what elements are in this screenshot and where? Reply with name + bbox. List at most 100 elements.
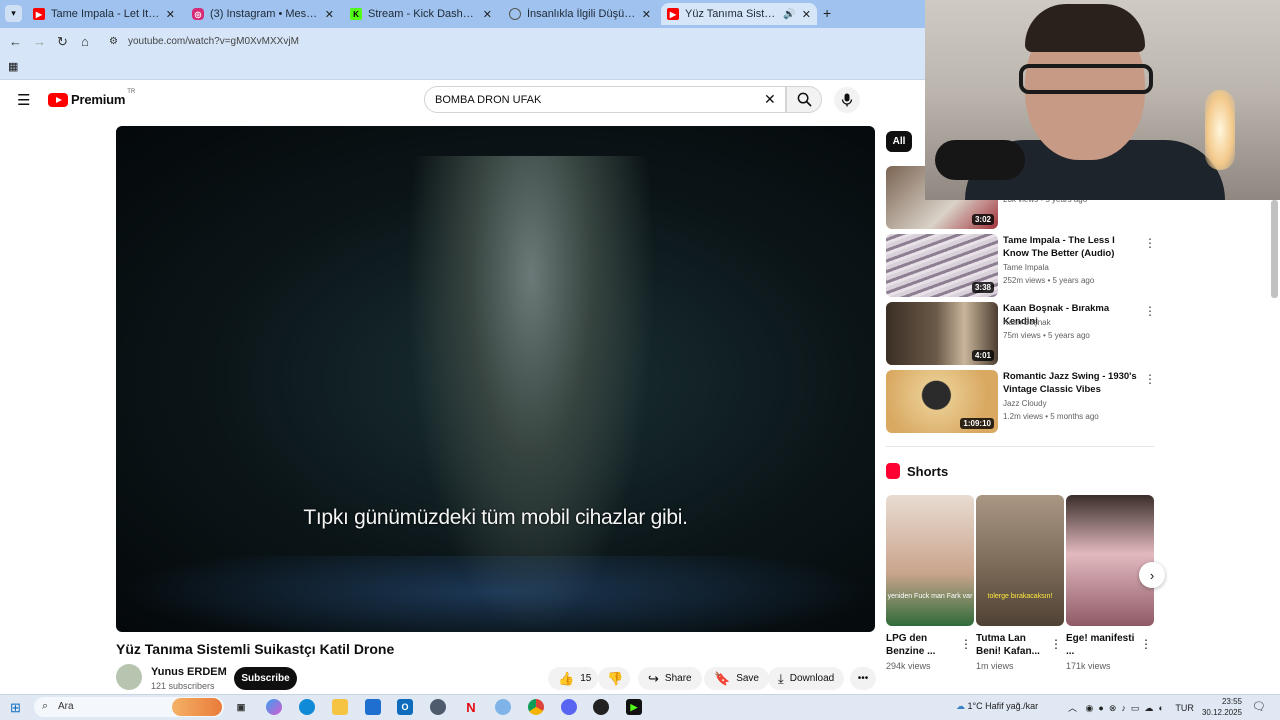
menu-icon[interactable]: ☰ [17, 91, 30, 109]
short-item[interactable]: yeniden Fuck man Fark var LPG den Benzin… [886, 495, 974, 671]
channel-avatar[interactable] [116, 664, 142, 690]
close-icon[interactable]: ✕ [642, 8, 651, 21]
short-thumbnail[interactable]: tolerge bırakacaksın! [976, 495, 1064, 626]
taskbar-search-label: Ara [58, 701, 74, 712]
obs-icon[interactable] [430, 699, 446, 715]
dislike-button[interactable]: 👎 [598, 667, 630, 690]
short-item[interactable]: tolerge bırakacaksın! Tutma Lan Beni! Ka… [976, 495, 1064, 671]
recommendation-item[interactable]: 4:01 Kaan Boşnak - Bırakma Kendini Kaan … [886, 302, 1156, 366]
new-tab-button[interactable]: + [823, 5, 831, 21]
file-explorer-icon[interactable] [332, 699, 348, 715]
youtube-premium-logo[interactable]: Premium TR [48, 89, 135, 107]
video-meta: 75m views • 5 years ago [1003, 331, 1090, 340]
short-title[interactable]: LPG den Benzine ... [886, 632, 956, 658]
video-player[interactable]: Tıpkı günümüzdeki tüm mobil cihazlar gib… [116, 126, 875, 632]
windows-start-icon[interactable]: ⊞ [10, 700, 21, 716]
tab-current-video[interactable]: ▶ Yüz Tanıma Sistemli Suikastçı 🔊 ✕ [661, 3, 817, 25]
settings-app-icon[interactable] [495, 699, 511, 715]
short-thumbnail[interactable]: yeniden Fuck man Fark var [886, 495, 974, 626]
system-clock[interactable]: 23:55 30.12.2025 [1200, 696, 1242, 718]
speaker-icon[interactable]: 🔊 [783, 9, 795, 20]
youtube-icon: ▶ [33, 8, 45, 20]
more-actions-button[interactable]: ••• [850, 667, 876, 690]
close-icon[interactable]: ✕ [483, 8, 492, 21]
video-frame-stage-light [116, 556, 875, 632]
more-vertical-icon[interactable]: ⋮ [1144, 304, 1156, 318]
recommendation-item[interactable]: 1:09:10 Romantic Jazz Swing - 1930's Vin… [886, 370, 1156, 434]
tab-list-icon[interactable]: ▾ [5, 5, 22, 22]
search-button[interactable] [786, 86, 822, 113]
tab-tame-impala[interactable]: ▶ Tame Impala - Let It Happen (O ✕ [27, 3, 181, 25]
store-icon[interactable] [365, 699, 381, 715]
edge-icon[interactable] [299, 699, 315, 715]
back-icon[interactable]: ← [9, 34, 22, 49]
copilot-icon[interactable] [266, 699, 282, 715]
task-view-icon[interactable]: ▣ [233, 699, 249, 715]
site-info-icon[interactable]: ⚙ [109, 36, 118, 47]
video-thumbnail[interactable]: 1:09:10 [886, 370, 998, 433]
video-title[interactable]: Tame Impala - The Less I Know The Better… [1003, 234, 1141, 260]
outlook-icon[interactable]: O [397, 699, 413, 715]
video-title: Yüz Tanıma Sistemli Suikastçı Katil Dron… [116, 641, 395, 657]
taskbar-search[interactable]: ⌕ Ara [34, 697, 224, 717]
download-button[interactable]: ⤓ Download [768, 667, 845, 690]
short-title[interactable]: Tutma Lan Beni! Kafan... [976, 632, 1046, 658]
video-thumbnail[interactable]: 3:38 [886, 234, 998, 297]
clear-search-icon[interactable]: ✕ [764, 91, 776, 108]
discord-icon[interactable] [561, 699, 577, 715]
close-icon[interactable]: ✕ [166, 8, 175, 21]
search-input[interactable]: BOMBA DRON UFAK [424, 86, 786, 113]
browser-tab-bar: ▾ ▶ Tame Impala - Let It Happen (O ✕ ◎ (… [0, 0, 925, 28]
subscribe-button[interactable]: Subscribe [234, 667, 297, 690]
chevron-up-icon[interactable]: ︿ [1068, 703, 1077, 713]
channel-name[interactable]: Tame Impala [1003, 263, 1049, 272]
video-thumbnail[interactable]: 4:01 [886, 302, 998, 365]
more-vertical-icon[interactable]: ⋮ [1050, 637, 1062, 651]
save-button[interactable]: 🔖 Save [704, 667, 769, 690]
url-field[interactable]: youtube.com/watch?v=gM0XvMXXvjM [128, 36, 299, 47]
notification-icon[interactable]: 🗨 [1252, 700, 1266, 713]
webcam-lamp [1205, 90, 1235, 170]
netflix-icon[interactable]: N [463, 699, 479, 715]
chevron-right-icon[interactable]: › [1139, 562, 1165, 588]
more-vertical-icon[interactable]: ⋮ [1144, 236, 1156, 250]
search-highlight-image [172, 698, 222, 716]
apps-grid-icon[interactable]: ▦ [8, 60, 18, 73]
tab-instagram[interactable]: ◎ (3) Instagram • Mesajlar ✕ [186, 3, 340, 25]
like-button[interactable]: 👍 15 [548, 667, 598, 690]
tab-kick[interactable]: K Stream - Kick Dashboard ✕ [344, 3, 498, 25]
reload-icon[interactable]: ↻ [57, 34, 68, 50]
chip-all[interactable]: All [886, 131, 912, 152]
channel-name[interactable]: Jazz Cloudy [1003, 399, 1047, 408]
channel-name[interactable]: Yunus ERDEM [151, 666, 227, 678]
save-label: Save [736, 673, 759, 684]
bookmark-icon: 🔖 [714, 670, 731, 686]
recommendation-item[interactable]: 3:38 Tame Impala - The Less I Know The B… [886, 234, 1156, 298]
language-indicator[interactable]: TUR [1175, 703, 1194, 713]
more-vertical-icon[interactable]: ⋮ [1144, 372, 1156, 386]
voice-search-button[interactable] [834, 87, 860, 113]
short-views: 294k views [886, 661, 931, 671]
recorder-icon[interactable] [593, 699, 609, 715]
home-icon[interactable]: ⌂ [81, 34, 89, 49]
close-icon[interactable]: ✕ [802, 8, 811, 21]
weather-icon: ☁ [956, 701, 965, 711]
page-scrollbar[interactable] [1271, 200, 1278, 298]
webcam-person-hair [1025, 4, 1145, 52]
chrome-icon[interactable] [528, 699, 544, 715]
more-vertical-icon[interactable]: ⋮ [960, 637, 972, 651]
weather-widget[interactable]: ☁ 1°C Hafif yağ./kar [956, 701, 1038, 712]
forward-icon[interactable]: → [33, 34, 46, 49]
instagram-icon: ◎ [192, 8, 204, 20]
short-thumbnail[interactable] [1066, 495, 1154, 626]
short-title[interactable]: Ege! manifesti ... [1066, 632, 1136, 658]
more-vertical-icon[interactable]: ⋮ [1140, 637, 1152, 651]
channel-name[interactable]: Kaan Boşnak [1003, 318, 1051, 327]
terminal-icon[interactable]: ▶ [626, 699, 642, 715]
video-duration: 3:02 [971, 214, 994, 225]
tab-insanlik[interactable]: İnsanlıkla İlgili Düşünceler ✕ [503, 3, 657, 25]
share-button[interactable]: ↪ Share [638, 667, 702, 690]
search-icon [797, 92, 812, 107]
video-title[interactable]: Romantic Jazz Swing - 1930's Vintage Cla… [1003, 370, 1141, 396]
close-icon[interactable]: ✕ [325, 8, 334, 21]
